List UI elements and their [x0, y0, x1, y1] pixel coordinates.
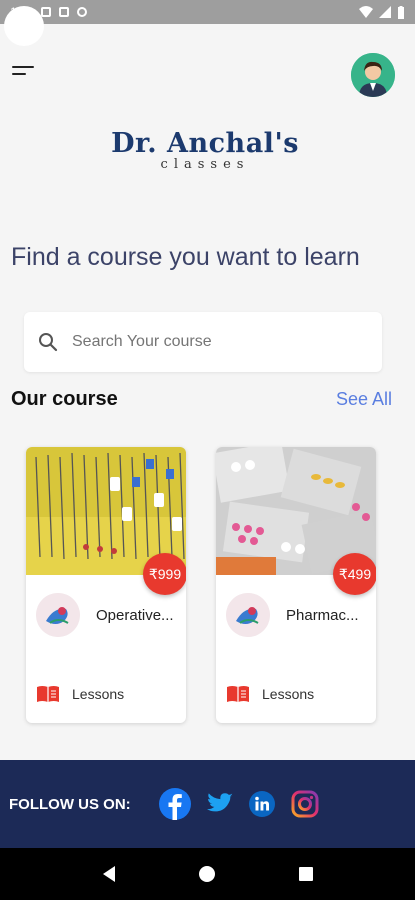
touch-indicator [4, 6, 44, 46]
course-logo-icon [226, 593, 270, 637]
linkedin-icon[interactable] [248, 791, 275, 817]
page-title: Find a course you want to learn [11, 243, 360, 271]
lessons-info: Lessons [226, 685, 314, 703]
lessons-info: Lessons [36, 685, 124, 703]
menu-icon[interactable] [12, 66, 36, 82]
system-nav-bar [0, 848, 415, 900]
signal-icon [379, 6, 391, 18]
search-icon [39, 333, 58, 352]
home-icon[interactable] [198, 865, 216, 883]
instagram-icon[interactable] [291, 790, 319, 818]
section-title: Our course [11, 388, 118, 410]
footer: FOLLOW US ON: [0, 760, 415, 848]
facebook-icon[interactable] [158, 788, 191, 820]
avatar[interactable] [351, 53, 395, 97]
see-all-link[interactable]: See All [336, 389, 392, 410]
course-name: Pharmac... [286, 607, 359, 624]
price-badge: ₹499 [333, 553, 376, 595]
status-bar: 1:14 [0, 0, 415, 24]
course-name: Operative... [96, 607, 174, 624]
book-icon [227, 686, 249, 702]
brand-subtitle: classes [160, 157, 250, 172]
search-bar[interactable] [24, 312, 382, 372]
lessons-label: Lessons [72, 686, 125, 702]
brand-name: Dr. Anchal's [111, 128, 299, 159]
follow-us-label: FOLLOW US ON: [9, 795, 131, 813]
wifi-icon [359, 6, 373, 18]
course-logo-icon [36, 593, 80, 637]
lessons-label: Lessons [262, 686, 315, 702]
twitter-icon[interactable] [206, 793, 233, 815]
sync-icon [77, 7, 88, 17]
course-card[interactable]: ₹999 Operative... Lessons [26, 447, 186, 723]
sim-icon [59, 7, 70, 17]
recents-icon[interactable] [298, 866, 314, 882]
search-input[interactable] [72, 333, 352, 351]
price-badge: ₹999 [143, 553, 186, 595]
back-icon[interactable] [101, 865, 117, 883]
notification-icon [41, 7, 52, 17]
social-links [158, 788, 319, 820]
brand-logo: Dr. Anchal's classes [100, 128, 310, 188]
battery-icon [398, 5, 404, 19]
course-card[interactable]: ₹499 Pharmac... Lessons [216, 447, 376, 723]
book-icon [37, 686, 59, 702]
